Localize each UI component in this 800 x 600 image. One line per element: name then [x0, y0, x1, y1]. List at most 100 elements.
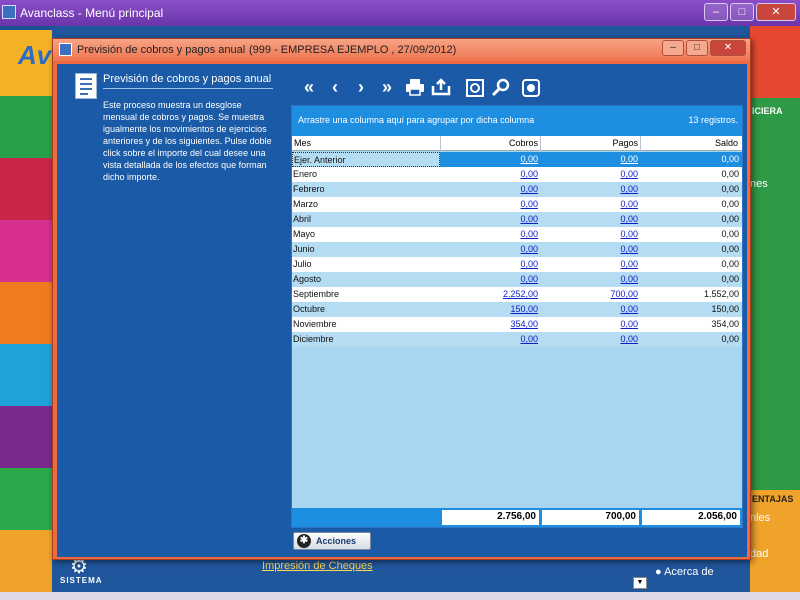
cell-mes: Mayo	[293, 229, 316, 239]
cell-saldo: 0,00	[721, 154, 739, 164]
table-row[interactable]: Febrero 0,00 0,00 0,00	[292, 182, 742, 197]
cell-pagos[interactable]: 0,00	[620, 154, 638, 164]
cell-pagos[interactable]: 0,00	[620, 274, 638, 284]
prev-icon[interactable]: ‹	[323, 76, 347, 100]
table-row[interactable]: Marzo 0,00 0,00 0,00	[292, 197, 742, 212]
cell-pagos[interactable]: 0,00	[620, 229, 638, 239]
dialog-maximize-button[interactable]: □	[686, 40, 708, 56]
right-panel: ICIERA nes ENTAJAS nles dad	[750, 26, 800, 600]
tile-module[interactable]	[0, 530, 52, 600]
cell-pagos[interactable]: 0,00	[620, 244, 638, 254]
cell-cobros[interactable]: 0,00	[520, 169, 538, 179]
dialog-minimize-button[interactable]: –	[662, 40, 684, 56]
minimize-button[interactable]: –	[704, 3, 728, 21]
export-icon[interactable]	[429, 76, 453, 100]
cell-mes: Abril	[293, 214, 312, 224]
cell-cobros[interactable]: 0,00	[520, 184, 538, 194]
cell-saldo: 0,00	[721, 199, 739, 209]
chevron-down-icon[interactable]: ▼	[633, 577, 647, 589]
dialog-close-button[interactable]: ✕	[710, 40, 746, 56]
cell-cobros[interactable]: 0,00	[520, 259, 538, 269]
cell-cobros[interactable]: 0,00	[520, 199, 538, 209]
acerca-de-link[interactable]: ● Acerca de	[655, 566, 714, 578]
cell-cobros[interactable]: 0,00	[520, 154, 538, 164]
cell-cobros[interactable]: 150,00	[510, 304, 538, 314]
cell-saldo: 1.552,00	[703, 289, 739, 299]
sistema-label: SISTEMA	[60, 576, 103, 585]
dialog-icon	[59, 43, 72, 56]
cell-cobros[interactable]: 0,00	[520, 244, 538, 254]
app-logo: Av	[18, 40, 52, 70]
tile-module[interactable]	[0, 220, 52, 282]
taskbar-strip	[0, 592, 800, 600]
tile-module[interactable]	[0, 282, 52, 344]
grid-settings-icon[interactable]	[463, 76, 487, 100]
cell-pagos[interactable]: 700,00	[610, 289, 638, 299]
table-row[interactable]: Noviembre 354,00 0,00 354,00	[292, 317, 742, 332]
column-header-cobros[interactable]: Cobros	[509, 138, 538, 148]
cell-pagos[interactable]: 0,00	[620, 304, 638, 314]
cell-pagos[interactable]: 0,00	[620, 199, 638, 209]
table-row[interactable]: Abril 0,00 0,00 0,00	[292, 212, 742, 227]
table-row[interactable]: Diciembre 0,00 0,00 0,00	[292, 332, 742, 347]
total-pagos: 700,00	[542, 510, 639, 525]
cell-mes: Marzo	[293, 199, 319, 209]
table-row[interactable]: Julio 0,00 0,00 0,00	[292, 257, 742, 272]
cell-cobros[interactable]: 0,00	[520, 334, 538, 344]
acciones-button[interactable]: ✱ Acciones	[293, 532, 371, 550]
dialog-titlebar: Previsión de cobros y pagos anual (999 -…	[53, 39, 750, 61]
tile-module[interactable]	[0, 468, 52, 530]
first-icon[interactable]: «	[297, 76, 321, 100]
dialog-controls: – □ ✕	[662, 40, 746, 56]
cell-pagos[interactable]: 0,00	[620, 184, 638, 194]
acerca-label: Acerca de	[664, 566, 714, 578]
cell-cobros[interactable]: 2.252,00	[503, 289, 538, 299]
group-by-area[interactable]: Arrastre una columna aquí para agrupar p…	[292, 106, 742, 136]
column-header-pagos[interactable]: Pagos	[612, 138, 638, 148]
impresion-cheques-link[interactable]: Impresión de Cheques	[262, 560, 373, 572]
cell-saldo: 0,00	[721, 169, 739, 179]
right-label: dad	[750, 548, 769, 560]
cell-mes: Diciembre	[293, 334, 334, 344]
cell-cobros[interactable]: 354,00	[510, 319, 538, 329]
cell-cobros[interactable]: 0,00	[520, 274, 538, 284]
cell-pagos[interactable]: 0,00	[620, 259, 638, 269]
tile-module[interactable]	[0, 158, 52, 220]
dialog-body: Previsión de cobros y pagos anual Este p…	[57, 64, 747, 557]
right-label: ICIERA	[752, 106, 783, 116]
table-row[interactable]: Agosto 0,00 0,00 0,00	[292, 272, 742, 287]
cell-saldo: 150,00	[711, 304, 739, 314]
right-label: nles	[750, 512, 771, 524]
maximize-button[interactable]: □	[730, 3, 754, 21]
next-icon[interactable]: ›	[349, 76, 373, 100]
cell-saldo: 0,00	[721, 229, 739, 239]
cell-cobros[interactable]: 0,00	[520, 214, 538, 224]
table-row[interactable]: Septiembre 2.252,00 700,00 1.552,00	[292, 287, 742, 302]
table-row[interactable]: Octubre 150,00 0,00 150,00	[292, 302, 742, 317]
last-icon[interactable]: »	[375, 76, 399, 100]
cell-cobros[interactable]: 0,00	[520, 229, 538, 239]
cell-saldo: 0,00	[721, 334, 739, 344]
cell-mes: Julio	[293, 259, 312, 269]
cell-pagos[interactable]: 0,00	[620, 319, 638, 329]
column-header-saldo[interactable]: Saldo	[715, 138, 738, 148]
table-row[interactable]: Ejer. Anterior 0,00 0,00 0,00	[292, 152, 742, 167]
cell-mes: Septiembre	[293, 289, 340, 299]
record-count: 13 registros.	[688, 115, 738, 125]
close-button[interactable]: ✕	[756, 3, 796, 21]
table-row[interactable]: Junio 0,00 0,00 0,00	[292, 242, 742, 257]
zoom-icon[interactable]	[489, 76, 513, 100]
table-row[interactable]: Mayo 0,00 0,00 0,00	[292, 227, 742, 242]
table-row[interactable]: Enero 0,00 0,00 0,00	[292, 167, 742, 182]
app-icon	[2, 5, 16, 19]
tile-module[interactable]	[0, 96, 52, 158]
tile-module[interactable]	[0, 344, 52, 406]
cell-pagos[interactable]: 0,00	[620, 169, 638, 179]
settings-icon[interactable]	[519, 76, 543, 100]
print-icon[interactable]	[403, 76, 427, 100]
cell-pagos[interactable]: 0,00	[620, 334, 638, 344]
tile-module[interactable]	[0, 406, 52, 468]
column-header-mes[interactable]: Mes	[294, 138, 311, 148]
acciones-label: Acciones	[316, 536, 357, 546]
cell-pagos[interactable]: 0,00	[620, 214, 638, 224]
